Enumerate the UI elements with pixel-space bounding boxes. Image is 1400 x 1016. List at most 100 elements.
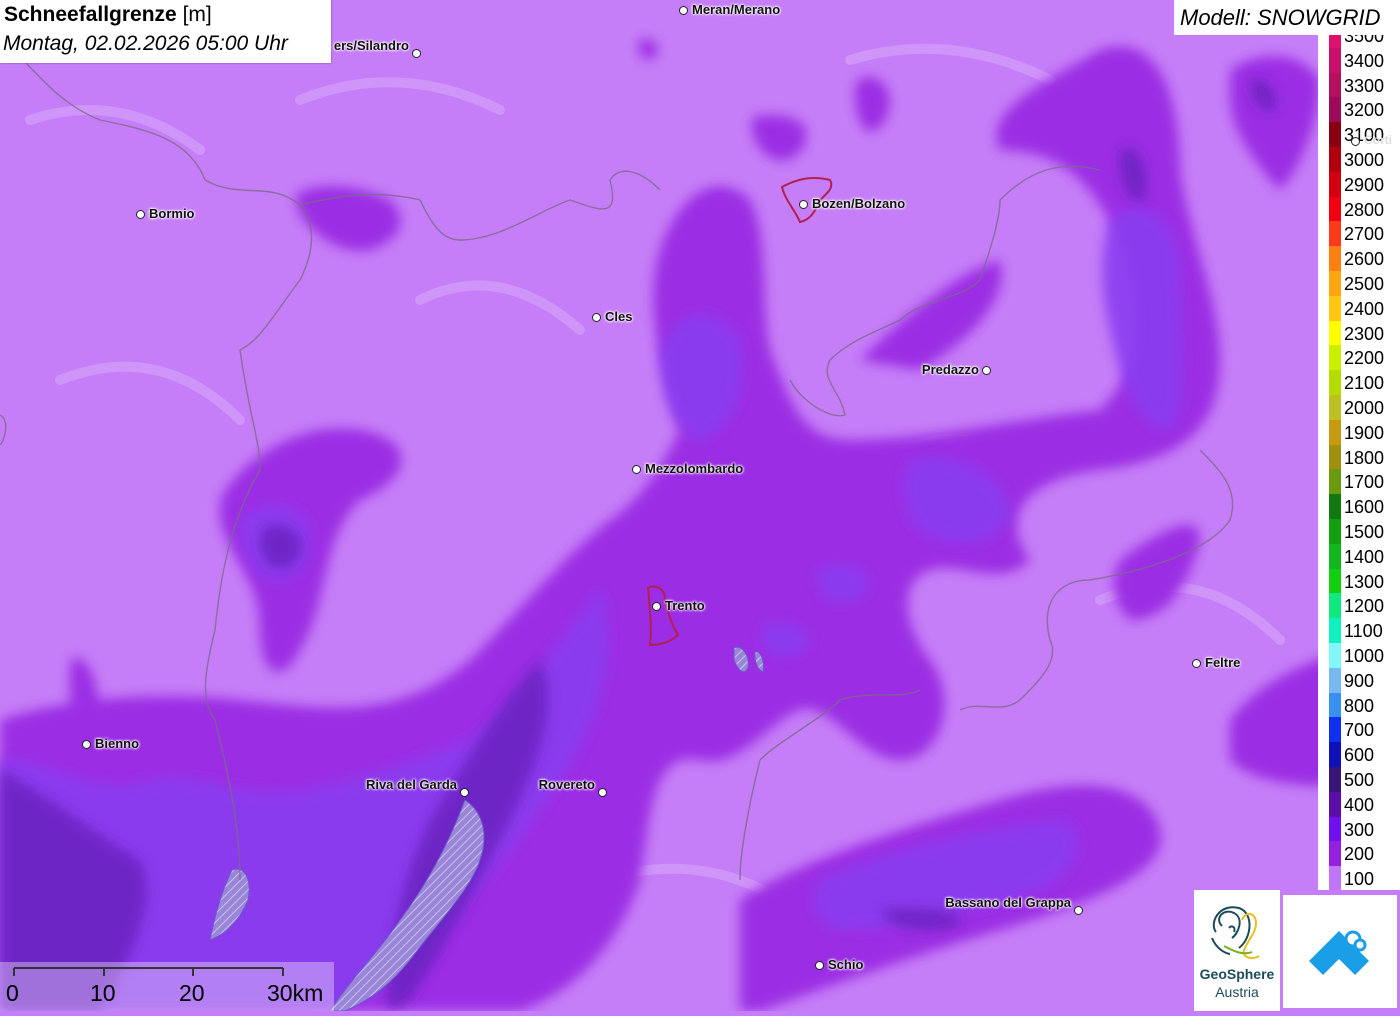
place-marker[interactable]: [412, 49, 421, 58]
scale-label-0: 0: [6, 980, 19, 1006]
legend-swatch: [1329, 543, 1341, 569]
legend-row-1600: 1600: [1318, 494, 1400, 519]
place-marker[interactable]: [598, 788, 607, 797]
legend-swatch: [1329, 395, 1341, 420]
place-label[interactable]: Cles: [605, 309, 632, 324]
legend-label: 700: [1344, 720, 1375, 741]
place-marker[interactable]: [1074, 906, 1083, 915]
place-label[interactable]: Bormio: [149, 206, 195, 221]
legend-swatch: [1329, 667, 1341, 693]
legend-row-600: 600: [1318, 742, 1400, 767]
legend-swatch: [1329, 271, 1341, 296]
legend-row-2700: 2700: [1318, 221, 1400, 247]
title-variable: Schneefallgrenze: [4, 3, 177, 26]
place-label[interactable]: Rovereto: [539, 777, 595, 792]
legend-row-400: 400: [1318, 791, 1400, 817]
scale-label-30km: 30km: [267, 980, 324, 1006]
place-marker[interactable]: [1351, 137, 1360, 146]
place-label[interactable]: Predazzo: [922, 362, 979, 377]
app-logo[interactable]: [1283, 895, 1397, 1008]
place-marker[interactable]: [815, 961, 824, 970]
legend-swatch: [1329, 122, 1341, 147]
scale-label-10: 10: [90, 980, 116, 1006]
place-marker[interactable]: [136, 210, 145, 219]
legend-row-700: 700: [1318, 717, 1400, 743]
legend-swatch: [1329, 147, 1341, 172]
legend-label: 2000: [1344, 398, 1385, 418]
legend-swatch: [1329, 643, 1341, 668]
legend-row-2100: 2100: [1318, 370, 1400, 395]
place-marker[interactable]: [632, 465, 641, 474]
place-label[interactable]: Bozen/Bolzano: [812, 196, 905, 211]
place-marker[interactable]: [1192, 659, 1201, 668]
legend-label: 600: [1344, 745, 1375, 766]
snowline-map[interactable]: [0, 0, 1400, 1011]
scale-label-20: 20: [179, 980, 205, 1006]
legend-row-1000: 1000: [1318, 643, 1400, 668]
legend-label: 2300: [1344, 323, 1385, 344]
place-marker[interactable]: [679, 6, 688, 15]
place-label[interactable]: Corti: [1364, 133, 1392, 147]
legend-row-3300: 3300: [1318, 72, 1400, 98]
legend-label: 2100: [1344, 373, 1385, 394]
legend-swatch: [1329, 791, 1341, 817]
legend-swatch: [1329, 816, 1341, 842]
place-marker[interactable]: [460, 788, 469, 797]
place-label[interactable]: Mezzolombardo: [645, 461, 743, 476]
legend-row-3500: 3500: [1318, 35, 1400, 48]
legend-swatch: [1329, 742, 1341, 767]
legend-swatch: [1329, 444, 1341, 470]
legend-label: 2600: [1344, 249, 1385, 270]
legend-row-2500: 2500: [1318, 271, 1400, 296]
legend-label: 3400: [1344, 50, 1385, 71]
legend-row-1300: 1300: [1318, 568, 1400, 594]
legend-swatch: [1329, 345, 1341, 371]
logo-line2: Austria: [1215, 984, 1259, 1000]
house-cloud-icon: [1309, 930, 1369, 975]
legend-row-200: 200: [1318, 841, 1400, 867]
legend-swatch: [1329, 593, 1341, 619]
title: Schneefallgrenze [m]: [4, 3, 212, 27]
place-label[interactable]: Riva del Garda: [366, 777, 457, 792]
legend-row-900: 900: [1318, 667, 1400, 693]
scale-bar: 0 10 20 30km: [0, 962, 334, 1011]
legend-label: 1700: [1344, 472, 1385, 493]
place-label[interactable]: Bienno: [95, 736, 139, 751]
place-label[interactable]: Feltre: [1205, 655, 1240, 670]
legend-row-2300: 2300: [1318, 320, 1400, 346]
legend-row-1800: 1800: [1318, 444, 1400, 470]
legend-row-1400: 1400: [1318, 543, 1400, 569]
legend-row-500: 500: [1318, 767, 1400, 792]
legend-label: 200: [1344, 844, 1375, 865]
place-label[interactable]: Schio: [828, 957, 863, 972]
legend-swatch: [1329, 35, 1341, 48]
legend-row-100: 100: [1318, 866, 1400, 890]
place-label[interactable]: ers/Silandro: [334, 38, 409, 53]
legend-row-2900: 2900: [1318, 171, 1400, 197]
legend-swatch: [1329, 469, 1341, 495]
place-marker[interactable]: [592, 313, 601, 322]
legend-swatch: [1329, 767, 1341, 792]
legend-label: 1500: [1344, 522, 1385, 542]
place-label[interactable]: Meran/Merano: [692, 2, 780, 17]
legend-row-1200: 1200: [1318, 593, 1400, 619]
legend-row-1100: 1100: [1318, 618, 1400, 643]
place-marker[interactable]: [799, 200, 808, 209]
place-marker[interactable]: [82, 740, 91, 749]
legend-row-300: 300: [1318, 816, 1400, 842]
legend-row-3400: 3400: [1318, 47, 1400, 73]
place-label[interactable]: Bassano del Grappa: [945, 895, 1071, 910]
legend-swatch: [1329, 47, 1341, 73]
legend-label: 500: [1344, 770, 1375, 790]
legend-label: 400: [1344, 794, 1375, 815]
geosphere-logo[interactable]: GeoSphere Austria: [1194, 890, 1280, 1011]
place-label[interactable]: Trento: [665, 598, 705, 613]
legend-label: 300: [1344, 819, 1375, 840]
place-marker[interactable]: [982, 366, 991, 375]
legend-row-1500: 1500: [1318, 519, 1400, 544]
legend-swatch: [1329, 221, 1341, 247]
legend-swatch: [1329, 72, 1341, 98]
place-marker[interactable]: [652, 602, 661, 611]
legend-label: 1400: [1344, 546, 1385, 567]
legend-label: 2800: [1344, 199, 1385, 220]
